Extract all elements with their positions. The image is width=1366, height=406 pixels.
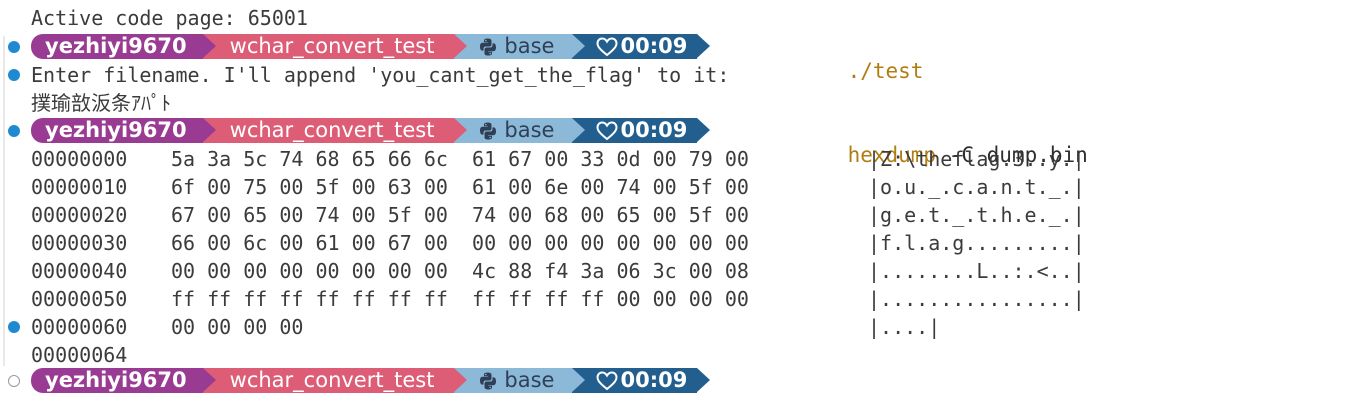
gutter-line	[3, 36, 5, 366]
prompt-user: yezhiyi9670	[45, 34, 187, 58]
heart-icon	[596, 370, 618, 390]
hexdump-end-offset: 00000064	[31, 343, 128, 367]
hexdump-offset: 00000050	[31, 287, 128, 311]
command-success-marker[interactable]	[8, 41, 20, 53]
prompt-1: yezhiyi9670 wchar_convert_test base 00:0…	[31, 34, 711, 59]
hexdump-ascii: |....|	[868, 315, 941, 339]
python-icon	[480, 38, 497, 55]
prompt-directory-segment: wchar_convert_test	[202, 368, 468, 393]
hexdump-ascii: |g.e.t._.t.h.e._.|	[868, 203, 1085, 227]
python-icon	[480, 372, 497, 389]
garbled-output-line: 撲瑜敨汳条ｱﾊﾟﾄ	[31, 91, 171, 115]
prompt-user: yezhiyi9670	[45, 368, 187, 392]
command-success-marker[interactable]	[8, 125, 20, 137]
program-output-line: Enter filename. I'll append 'you_cant_ge…	[31, 63, 730, 87]
heart-icon	[596, 120, 618, 140]
prompt-user-segment: yezhiyi9670	[31, 118, 216, 143]
prompt-time-segment: 00:09	[572, 34, 711, 59]
prompt-time: 00:09	[620, 368, 688, 392]
prompt-directory: wchar_convert_test	[229, 118, 435, 142]
prompt-user-segment: yezhiyi9670	[31, 368, 216, 393]
hexdump-ascii: |f.l.a.g.........|	[868, 231, 1085, 255]
hexdump-ascii: |........L..:.<..|	[868, 259, 1085, 283]
prompt-user: yezhiyi9670	[45, 118, 187, 142]
hexdump-offset: 00000000	[31, 147, 128, 171]
prompt-env-segment: base	[454, 368, 586, 393]
prompt-time-segment: 00:09	[572, 118, 711, 143]
terminal-window[interactable]: Active code page: 65001 yezhiyi9670 wcha…	[0, 0, 1366, 406]
command-line-1[interactable]: ./test	[797, 34, 924, 83]
command-name: ./test	[847, 59, 924, 83]
prompt-directory-segment: wchar_convert_test	[202, 118, 468, 143]
command-line-2[interactable]: hexdump -C dump.bin	[797, 118, 1088, 167]
command-pending-marker[interactable]	[8, 375, 20, 387]
hexdump-bytes: 66 00 6c 00 61 00 67 00 00 00 00 00 00 0…	[171, 231, 749, 255]
command-success-marker[interactable]	[8, 69, 20, 81]
hexdump-bytes: 5a 3a 5c 74 68 65 66 6c 61 67 00 33 0d 0…	[171, 147, 749, 171]
code-page-line: Active code page: 65001	[31, 6, 308, 30]
prompt-env-segment: base	[454, 118, 586, 143]
hexdump-bytes: 67 00 65 00 74 00 5f 00 74 00 68 00 65 0…	[171, 203, 749, 227]
python-icon	[480, 122, 497, 139]
hexdump-bytes: 00 00 00 00 00 00 00 00 4c 88 f4 3a 06 3…	[171, 259, 749, 283]
hexdump-offset: 00000010	[31, 175, 128, 199]
prompt-3: yezhiyi9670 wchar_convert_test base 00:0…	[31, 368, 711, 393]
prompt-time: 00:09	[620, 118, 688, 142]
prompt-time: 00:09	[620, 34, 688, 58]
prompt-user-segment: yezhiyi9670	[31, 34, 216, 59]
prompt-directory-segment: wchar_convert_test	[202, 34, 468, 59]
hexdump-offset: 00000030	[31, 231, 128, 255]
heart-icon	[596, 36, 618, 56]
prompt-directory: wchar_convert_test	[229, 368, 435, 392]
hexdump-ascii: |o.u._.c.a.n.t._.|	[868, 175, 1085, 199]
hexdump-ascii: |................|	[868, 287, 1085, 311]
prompt-env-segment: base	[454, 34, 586, 59]
command-success-marker[interactable]	[8, 321, 20, 333]
prompt-directory: wchar_convert_test	[229, 34, 435, 58]
hexdump-ascii: |Z:\theflag.3..y.|	[868, 147, 1085, 171]
hexdump-offset: 00000060	[31, 315, 128, 339]
hexdump-offset: 00000040	[31, 259, 128, 283]
hexdump-bytes: ff ff ff ff ff ff ff ff ff ff ff ff 00 0…	[171, 287, 749, 311]
prompt-2: yezhiyi9670 wchar_convert_test base 00:0…	[31, 118, 711, 143]
prompt-env: base	[504, 118, 555, 142]
hexdump-bytes: 6f 00 75 00 5f 00 63 00 61 00 6e 00 74 0…	[171, 175, 749, 199]
prompt-env: base	[504, 34, 555, 58]
prompt-time-segment: 00:09	[572, 368, 711, 393]
hexdump-offset: 00000020	[31, 203, 128, 227]
hexdump-bytes: 00 00 00 00	[171, 315, 304, 339]
prompt-env: base	[504, 368, 555, 392]
